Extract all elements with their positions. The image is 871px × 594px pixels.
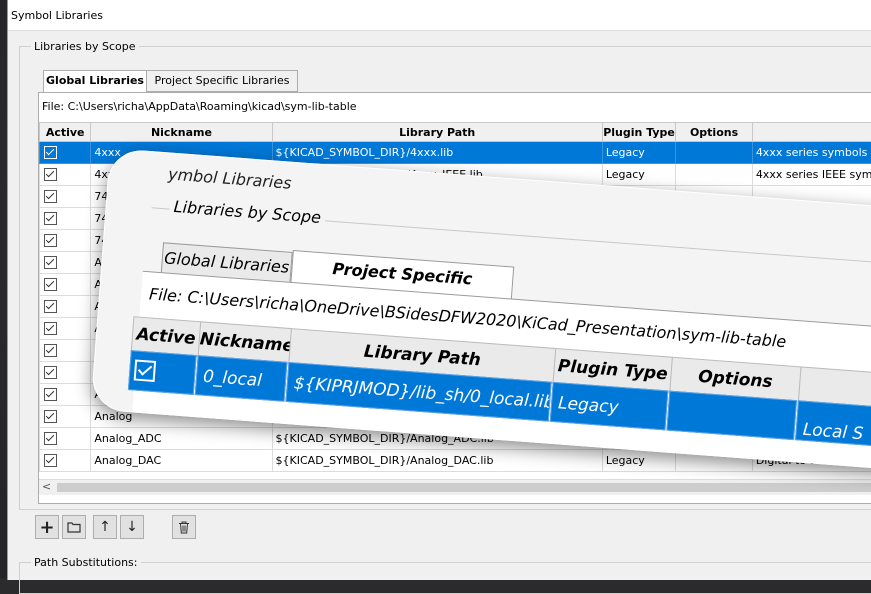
file-path-label: File: C:\Users\richa\AppData\Roaming\kic… xyxy=(42,100,357,113)
col-options[interactable]: Options xyxy=(676,123,753,142)
scroll-left-icon[interactable]: < xyxy=(42,480,51,493)
path-substitutions-title: Path Substitutions: xyxy=(31,556,141,569)
active-checkbox[interactable] xyxy=(44,366,57,379)
active-checkbox[interactable] xyxy=(44,256,57,269)
active-checkbox[interactable] xyxy=(44,278,57,291)
nickname-cell[interactable]: Analog_DAC xyxy=(91,450,272,472)
active-cell[interactable] xyxy=(40,164,91,186)
library-path-cell[interactable]: ${KICAD_SYMBOL_DIR}/Analog_DAC.lib xyxy=(272,450,602,472)
nickname-cell[interactable]: Analog_ADC xyxy=(91,428,272,450)
active-checkbox[interactable] xyxy=(44,168,57,181)
col-active[interactable]: Active xyxy=(40,123,91,142)
active-checkbox[interactable] xyxy=(44,234,57,247)
active-cell[interactable] xyxy=(40,186,91,208)
active-cell[interactable] xyxy=(40,340,91,362)
col-nickname[interactable]: Nickname xyxy=(91,123,272,142)
description-cell[interactable]: 4xxx series symbols xyxy=(752,142,871,164)
active-checkbox[interactable] xyxy=(44,212,57,225)
active-checkbox[interactable] xyxy=(44,300,57,313)
active-cell[interactable] xyxy=(40,384,91,406)
window-title: Symbol Libraries xyxy=(11,9,103,22)
horizontal-scrollbar[interactable]: < xyxy=(39,479,871,495)
col-plugin-type[interactable]: Plugin Type xyxy=(602,123,676,142)
zoom-row-nickname[interactable]: 0_local xyxy=(195,355,288,402)
col-library-path[interactable]: Library Path xyxy=(272,123,602,142)
arrow-down-icon: ↓ xyxy=(126,519,138,535)
active-cell[interactable] xyxy=(40,406,91,428)
active-cell[interactable] xyxy=(40,252,91,274)
active-checkbox[interactable] xyxy=(44,388,57,401)
zoom-active-checkbox[interactable] xyxy=(134,359,157,382)
remove-library-button[interactable] xyxy=(172,515,196,539)
scope-group-title: Libraries by Scope xyxy=(31,40,139,53)
active-cell[interactable] xyxy=(40,318,91,340)
tab-global-libraries[interactable]: Global Libraries xyxy=(43,70,147,93)
plugin-type-cell[interactable]: Legacy xyxy=(602,450,676,472)
table-header: Active Nickname Library Path Plugin Type… xyxy=(40,123,871,142)
description-cell[interactable]: 4xxx series IEEE symbols xyxy=(752,164,871,186)
path-substitutions-groupbox xyxy=(19,562,871,594)
add-library-button[interactable]: + xyxy=(35,515,59,539)
active-checkbox[interactable] xyxy=(44,454,57,467)
tab-project-specific-libraries[interactable]: Project Specific Libraries xyxy=(146,70,298,92)
active-checkbox[interactable] xyxy=(44,410,57,423)
active-cell[interactable] xyxy=(40,274,91,296)
col-description[interactable] xyxy=(752,123,871,142)
scroll-thumb[interactable] xyxy=(57,483,871,492)
active-cell[interactable] xyxy=(40,208,91,230)
move-up-button[interactable]: ↑ xyxy=(93,515,117,539)
move-down-button[interactable]: ↓ xyxy=(120,515,144,539)
options-cell[interactable] xyxy=(676,142,753,164)
active-cell[interactable] xyxy=(40,362,91,384)
browse-library-button[interactable] xyxy=(62,515,86,539)
active-checkbox[interactable] xyxy=(44,344,57,357)
active-checkbox[interactable] xyxy=(44,432,57,445)
active-checkbox[interactable] xyxy=(44,322,57,335)
active-checkbox[interactable] xyxy=(44,190,57,203)
active-cell[interactable] xyxy=(40,296,91,318)
active-cell[interactable] xyxy=(40,142,91,164)
active-checkbox[interactable] xyxy=(44,146,57,159)
title-bar: Symbol Libraries xyxy=(8,0,871,31)
plugin-type-cell[interactable]: Legacy xyxy=(602,142,676,164)
active-cell[interactable] xyxy=(40,428,91,450)
plus-icon: + xyxy=(39,517,54,538)
plugin-type-cell[interactable]: Legacy xyxy=(602,164,676,186)
active-cell[interactable] xyxy=(40,450,91,472)
zoom-group-title: Libraries by Scope xyxy=(169,197,326,228)
arrow-up-icon: ↑ xyxy=(99,519,111,535)
folder-icon xyxy=(67,521,81,533)
active-cell[interactable] xyxy=(40,230,91,252)
trash-icon xyxy=(178,521,190,534)
options-cell[interactable] xyxy=(676,164,753,186)
zoom-row-plugin-type[interactable]: Legacy xyxy=(550,382,669,431)
library-path-cell[interactable]: ${KICAD_SYMBOL_DIR}/4xxx.lib xyxy=(272,142,602,164)
zoom-window-title: ymbol Libraries xyxy=(168,164,293,192)
